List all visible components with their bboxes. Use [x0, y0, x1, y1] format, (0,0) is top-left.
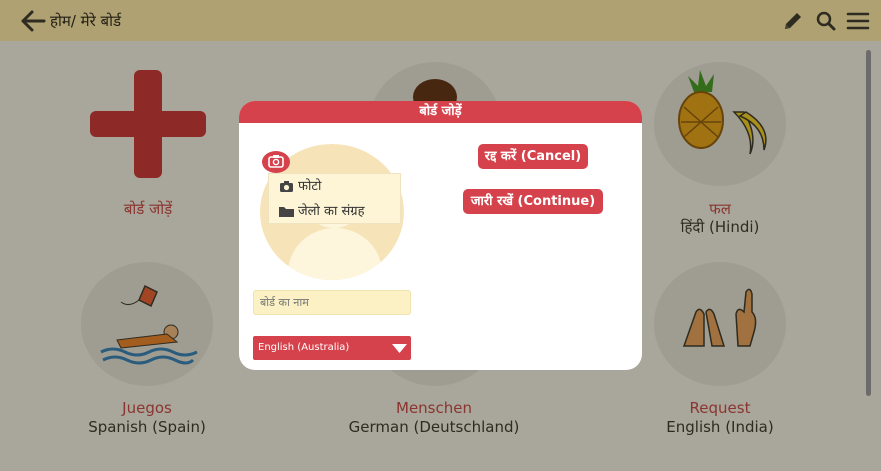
- add-board-dialog: बोर्ड जोड़ें फोटो जेलो का संग्रह बोर्ड क…: [239, 101, 642, 370]
- scrollbar[interactable]: [866, 50, 871, 396]
- folder-icon: [279, 207, 294, 217]
- language-select[interactable]: English (Australia): [253, 336, 411, 360]
- camera-icon: [280, 181, 293, 192]
- camera-icon: [268, 155, 284, 168]
- camera-badge-button[interactable]: [262, 151, 290, 173]
- board-name-input[interactable]: [253, 290, 411, 315]
- continue-button[interactable]: जारी रखें (Continue): [463, 189, 603, 214]
- dialog-title: बोर्ड जोड़ें: [239, 101, 642, 123]
- menu-item-photo[interactable]: फोटो: [279, 177, 389, 197]
- menu-item-gallery[interactable]: जेलो का संग्रह: [279, 202, 399, 222]
- chevron-down-icon: [392, 344, 407, 353]
- cancel-button[interactable]: रद्द करें (Cancel): [478, 144, 588, 169]
- image-source-menu: फोटो जेलो का संग्रह: [268, 173, 401, 224]
- language-select-value: English (Australia): [258, 342, 350, 353]
- avatar-body-shape: [288, 228, 382, 280]
